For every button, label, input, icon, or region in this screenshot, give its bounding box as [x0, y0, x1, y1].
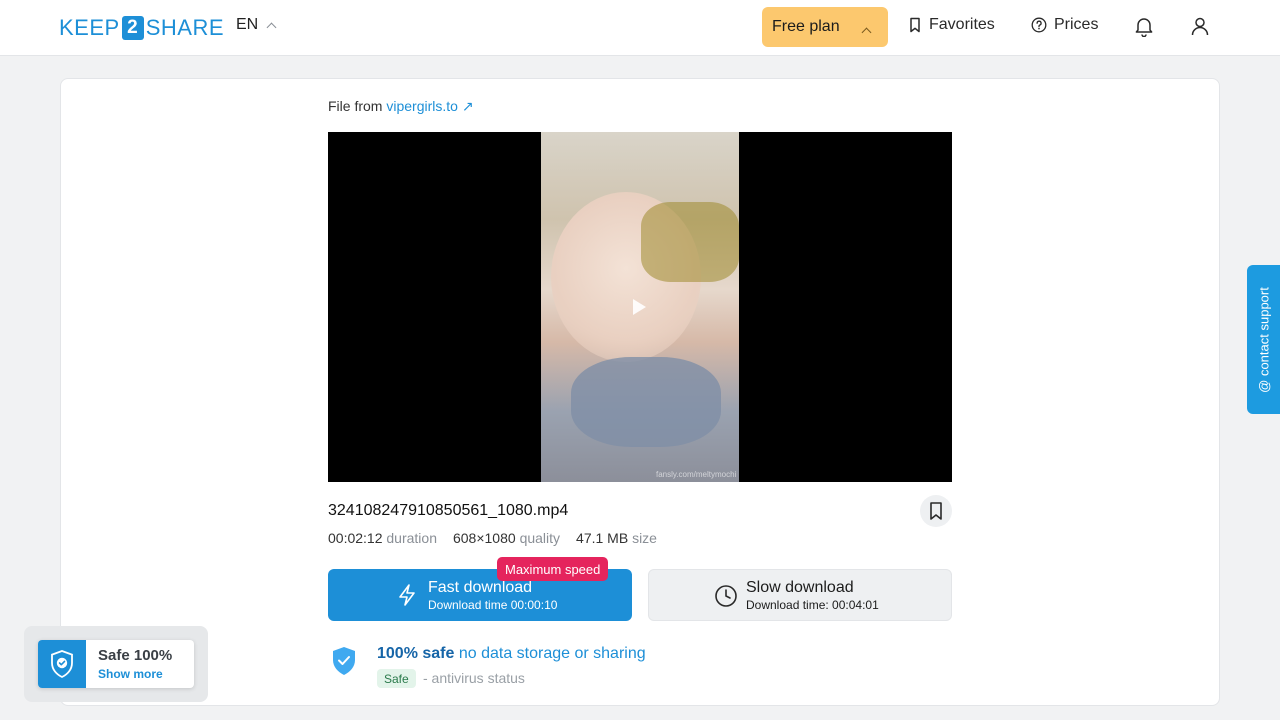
- safety-title-rest: no data storage or sharing: [458, 645, 646, 662]
- chevron-up-icon: [266, 22, 277, 32]
- bell-icon: [1135, 18, 1153, 37]
- top-header: KEEP 2 SHARE EN Free plan Favorites Pric…: [0, 0, 1280, 56]
- favorites-label: Favorites: [929, 16, 995, 33]
- plan-label: Free plan: [772, 18, 840, 35]
- contact-support-tab[interactable]: @ contact support: [1247, 265, 1280, 414]
- safe-widget[interactable]: Safe 100% Show more: [24, 626, 208, 702]
- maximum-speed-badge: Maximum speed: [497, 557, 609, 581]
- source-link[interactable]: vipergirls.to ↗: [386, 98, 473, 114]
- contact-support-label: @ contact support: [1256, 286, 1271, 393]
- shield-check-icon: [38, 640, 86, 688]
- safe-widget-title: Safe 100%: [98, 647, 173, 664]
- language-selector[interactable]: EN: [236, 16, 277, 34]
- file-source: File from vipergirls.to ↗: [328, 98, 474, 115]
- keep2share-logo[interactable]: KEEP 2 SHARE: [59, 14, 224, 42]
- video-watermark: fansly.com/meltymochi: [656, 470, 737, 479]
- bookmark-icon: [910, 17, 920, 33]
- play-icon[interactable]: [633, 299, 646, 315]
- safe-status-badge: Safe: [377, 669, 416, 688]
- language-label: EN: [236, 16, 259, 33]
- file-size: 47.1 MB size: [576, 530, 657, 546]
- quality-label: quality: [519, 530, 561, 546]
- size-value: 47.1 MB: [576, 530, 629, 546]
- lightning-icon: [399, 584, 415, 606]
- fast-download-label: Fast download: [428, 579, 533, 596]
- thumbnail-shape: [641, 202, 739, 282]
- help-circle-icon: [1031, 17, 1047, 33]
- slow-download-time: Download time: 00:04:01: [746, 598, 879, 612]
- prices-link[interactable]: Prices: [1031, 16, 1098, 34]
- fast-download-time: Download time 00:00:10: [428, 598, 558, 612]
- source-link-text: vipergirls.to: [386, 98, 458, 114]
- logo-text-2: 2: [121, 16, 144, 40]
- clock-icon: [715, 585, 737, 607]
- file-quality: 608×1080 quality: [453, 530, 560, 546]
- user-icon: [1191, 17, 1209, 36]
- slow-download-label: Slow download: [746, 579, 854, 596]
- slow-download-button[interactable]: Slow download Download time: 00:04:01: [648, 569, 952, 621]
- prices-label: Prices: [1054, 16, 1099, 33]
- thumbnail-shape: [571, 357, 721, 447]
- account-button[interactable]: [1188, 14, 1212, 38]
- file-meta: 00:02:12 duration 608×1080 quality 47.1 …: [328, 530, 657, 546]
- file-duration: 00:02:12 duration: [328, 530, 437, 546]
- file-from-label: File from: [328, 98, 383, 114]
- duration-label: duration: [386, 530, 437, 546]
- video-player[interactable]: fansly.com/meltymochi: [328, 132, 952, 482]
- safe-widget-card: Safe 100% Show more: [38, 640, 194, 688]
- favorites-link[interactable]: Favorites: [908, 16, 995, 34]
- add-to-favorites-button[interactable]: [920, 495, 952, 527]
- logo-text-share: SHARE: [145, 15, 224, 40]
- show-more-link[interactable]: Show more: [98, 667, 163, 681]
- size-label: size: [632, 530, 657, 546]
- free-plan-button[interactable]: Free plan: [762, 7, 888, 47]
- safety-title: 100% safe no data storage or sharing: [377, 645, 646, 663]
- file-name: 324108247910850561_1080.mp4: [328, 502, 569, 519]
- safety-title-bold: 100% safe: [377, 645, 455, 662]
- chevron-up-icon: [861, 27, 872, 38]
- external-link-icon: ↗: [461, 98, 474, 114]
- antivirus-status-text: - antivirus status: [423, 670, 525, 686]
- notifications-button[interactable]: [1132, 14, 1156, 38]
- safe-shield-icon: [330, 645, 358, 682]
- duration-value: 00:02:12: [328, 530, 383, 546]
- bookmark-icon: [930, 502, 942, 520]
- quality-value: 608×1080: [452, 530, 516, 546]
- logo-text-keep: KEEP: [59, 15, 120, 40]
